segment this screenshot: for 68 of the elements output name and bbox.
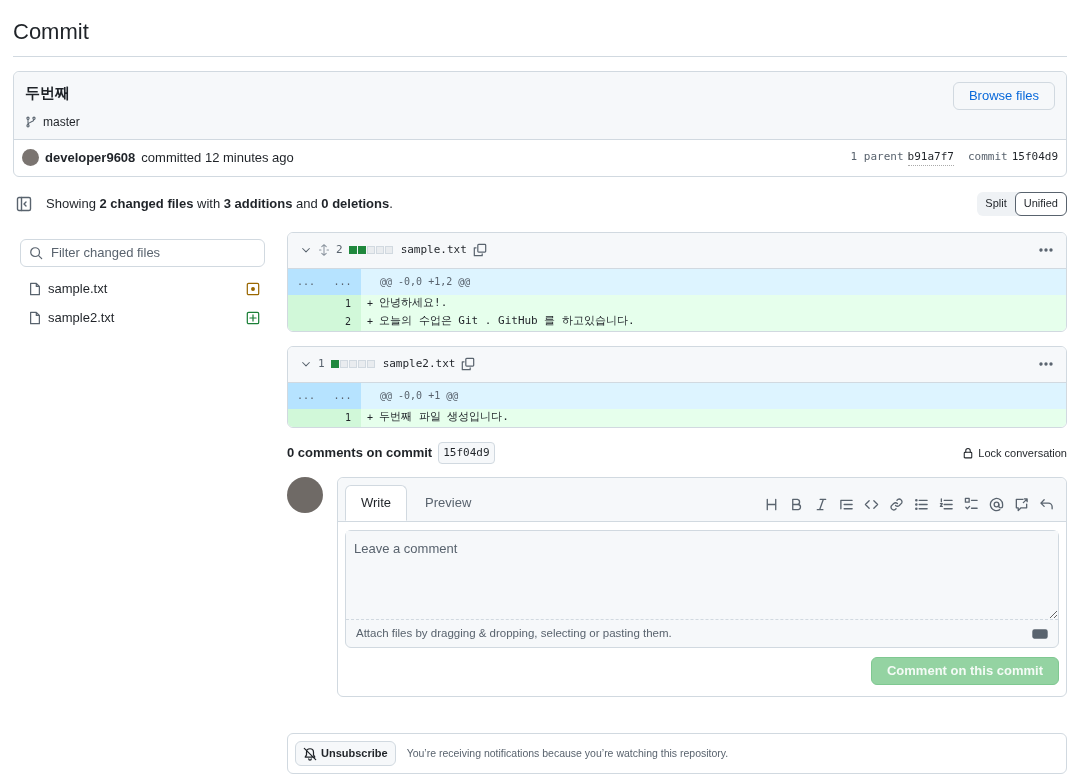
- bell-slash-icon: [303, 746, 317, 761]
- file-icon: [28, 281, 42, 297]
- bold-icon[interactable]: [789, 496, 804, 512]
- hunk-header: @@ -0,0 +1 @@: [380, 389, 459, 403]
- hunk-expander[interactable]: ...: [324, 274, 361, 289]
- bulleted-list-icon[interactable]: [914, 496, 929, 512]
- notification-reason: You’re receiving notifications because you’re watching this repository.: [406, 745, 729, 761]
- copy-icon[interactable]: [461, 357, 476, 371]
- editor-tab[interactable]: Preview: [407, 485, 490, 521]
- file-tree-item[interactable]: sample.txt: [48, 279, 108, 299]
- search-icon: [29, 245, 43, 260]
- diffstat-bar: [330, 360, 375, 368]
- diffstat-bar: [348, 246, 393, 254]
- expand-icon[interactable]: [318, 244, 330, 256]
- commit-time: committed 12 minutes ago: [141, 148, 294, 167]
- parent-label: 1 parent: [850, 149, 904, 166]
- copy-icon[interactable]: [472, 243, 487, 257]
- task-list-icon[interactable]: [964, 496, 979, 512]
- author-link[interactable]: developer9608: [45, 147, 136, 168]
- reference-icon[interactable]: [1014, 496, 1029, 512]
- hunk-header: @@ -0,0 +1,2 @@: [380, 275, 471, 289]
- sidebar-toggle-icon[interactable]: [16, 195, 32, 212]
- unsubscribe-button[interactable]: Unsubscribe: [295, 741, 396, 766]
- browse-files-button[interactable]: Browse files: [952, 82, 1055, 110]
- file-name: sample.txt: [400, 241, 467, 258]
- heading-icon[interactable]: [764, 496, 779, 512]
- diff-marker: +: [367, 411, 374, 425]
- hunk-expander[interactable]: ...: [288, 388, 324, 403]
- line-number: 1: [344, 411, 351, 425]
- hunk-expander[interactable]: ...: [324, 388, 361, 403]
- italic-icon[interactable]: [814, 496, 829, 512]
- filter-field[interactable]: Filter changed files: [20, 238, 265, 267]
- mention-icon[interactable]: [989, 496, 1004, 512]
- commit-label: commit: [967, 149, 1008, 166]
- diff-marker: +: [367, 315, 374, 329]
- parent-sha-link[interactable]: b91a7f7: [907, 148, 954, 167]
- commit-message: 두번째: [25, 83, 71, 103]
- page-title: Commit: [13, 18, 90, 46]
- commit-sha: 15f04d9: [438, 441, 495, 464]
- code-line: 안녕하세요!.: [379, 295, 448, 312]
- view-mode-tab[interactable]: Split: [977, 191, 1015, 216]
- hunk-expander[interactable]: ...: [288, 274, 324, 289]
- avatar: [22, 149, 39, 166]
- file-tree-item[interactable]: sample2.txt: [48, 308, 115, 328]
- diff-marker: +: [367, 297, 374, 311]
- lock-icon: [962, 445, 975, 460]
- lock-conversation-link[interactable]: Lock conversation: [978, 444, 1067, 461]
- attach-hint: Attach files by dragging & dropping, selecting or pasting them.: [356, 625, 672, 641]
- undo-icon[interactable]: [1039, 496, 1054, 512]
- line-number: 2: [344, 315, 351, 329]
- change-count: 2: [336, 241, 343, 258]
- code-line: 오늘의 수업은 Git . GitHub 를 하고있습니다.: [379, 313, 635, 330]
- branch-name: master: [43, 113, 80, 131]
- avatar: [287, 477, 323, 513]
- view-mode-tab[interactable]: Unified: [1014, 191, 1067, 216]
- comments-heading: 0 comments on commit: [287, 444, 433, 462]
- file-name: sample2.txt: [382, 355, 456, 372]
- numbered-list-icon[interactable]: [939, 496, 954, 512]
- commit-sha: 15f04d9: [1011, 149, 1058, 166]
- code-line: 두번째 파일 생성입니다.: [379, 409, 509, 426]
- file-icon: [28, 310, 42, 326]
- line-number: 1: [344, 297, 351, 311]
- change-count: 1: [318, 355, 325, 372]
- link-icon[interactable]: [889, 496, 904, 512]
- diff-summary: Showing 2 changed files with 3 additions and 0 deletions.: [46, 194, 393, 213]
- comment-textarea[interactable]: Leave a comment Attach files by dragging & dropping, selecting or pasting them.: [345, 530, 1059, 648]
- branch-icon: [25, 114, 37, 129]
- editor-tab[interactable]: Write: [345, 485, 408, 521]
